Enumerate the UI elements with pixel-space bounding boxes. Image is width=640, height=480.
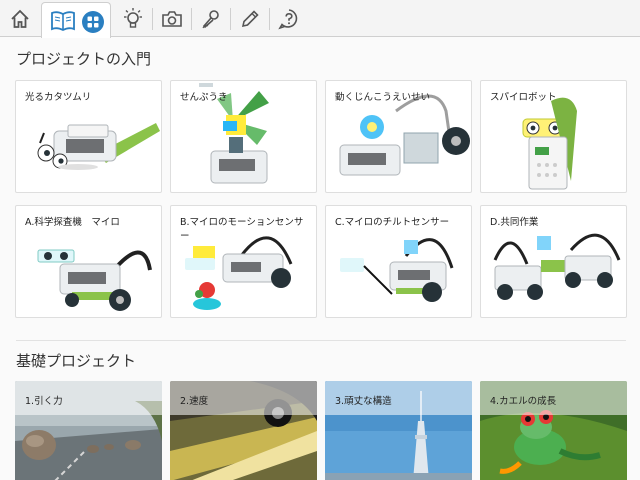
card-label: D.共同作業: [490, 217, 539, 228]
card-label: 1.引く力: [25, 396, 63, 407]
basic-project-card-pulling[interactable]: 1.引く力: [15, 381, 162, 480]
grid-button[interactable]: [82, 11, 104, 33]
lightbulb-icon: [124, 7, 142, 28]
card-label: 動くじんこうえいせい: [335, 92, 431, 103]
project-card-collaboration[interactable]: D.共同作業: [480, 205, 627, 318]
section-title-basic-projects: 基礎プロジェクト: [16, 352, 137, 370]
toolbar-divider: [152, 8, 153, 30]
project-card-fan[interactable]: せんぷうき: [170, 80, 317, 193]
card-label: 3.頑丈な構造: [335, 396, 392, 407]
card-label: スパイロボット: [490, 92, 557, 103]
card-label: B.マイロのモーションセンサー: [180, 217, 304, 242]
project-card-milo-science-rover[interactable]: A.科学探査機 マイロ: [15, 205, 162, 318]
card-label: 光るカタツムリ: [25, 92, 92, 103]
microphone-button[interactable]: [196, 0, 226, 37]
camera-icon: [162, 10, 182, 27]
section-divider: [16, 340, 626, 341]
project-card-glowing-snail[interactable]: 光るカタツムリ: [15, 80, 162, 193]
basic-project-card-speed[interactable]: 2.速度: [170, 381, 317, 480]
section-title-getting-started: プロジェクトの入門: [16, 50, 152, 68]
help-icon: [278, 8, 298, 29]
card-label: 4.カエルの成長: [490, 396, 557, 407]
camera-button[interactable]: [157, 0, 187, 37]
microphone-icon: [202, 9, 219, 28]
help-button[interactable]: [274, 0, 304, 37]
pencil-button[interactable]: [235, 0, 265, 37]
toolbar-divider: [230, 8, 231, 30]
home-icon: [11, 9, 29, 28]
toolbar: [0, 0, 640, 38]
card-label: 2.速度: [180, 396, 209, 407]
project-card-milo-motion-sensor[interactable]: B.マイロのモーションセンサー: [170, 205, 317, 318]
basic-project-card-sturdy-structures[interactable]: 3.頑丈な構造: [325, 381, 472, 480]
home-button[interactable]: [4, 0, 36, 37]
project-card-moving-satellite[interactable]: 動くじんこうえいせい: [325, 80, 472, 193]
grid-icon: [87, 16, 99, 28]
toolbar-divider: [269, 8, 270, 30]
tab-lobby[interactable]: [41, 2, 111, 38]
basic-project-card-frog-metamorphosis[interactable]: 4.カエルの成長: [480, 381, 627, 480]
lightbulb-button[interactable]: [118, 0, 148, 37]
card-label: C.マイロのチルトセンサー: [335, 217, 450, 228]
project-card-milo-tilt-sensor[interactable]: C.マイロのチルトセンサー: [325, 205, 472, 318]
project-card-spy-robot[interactable]: スパイロボット: [480, 80, 627, 193]
book-icon: [51, 11, 75, 32]
toolbar-divider: [191, 8, 192, 30]
card-label: せんぷうき: [180, 92, 228, 103]
card-label: A.科学探査機 マイロ: [25, 217, 120, 228]
pencil-icon: [241, 9, 259, 27]
